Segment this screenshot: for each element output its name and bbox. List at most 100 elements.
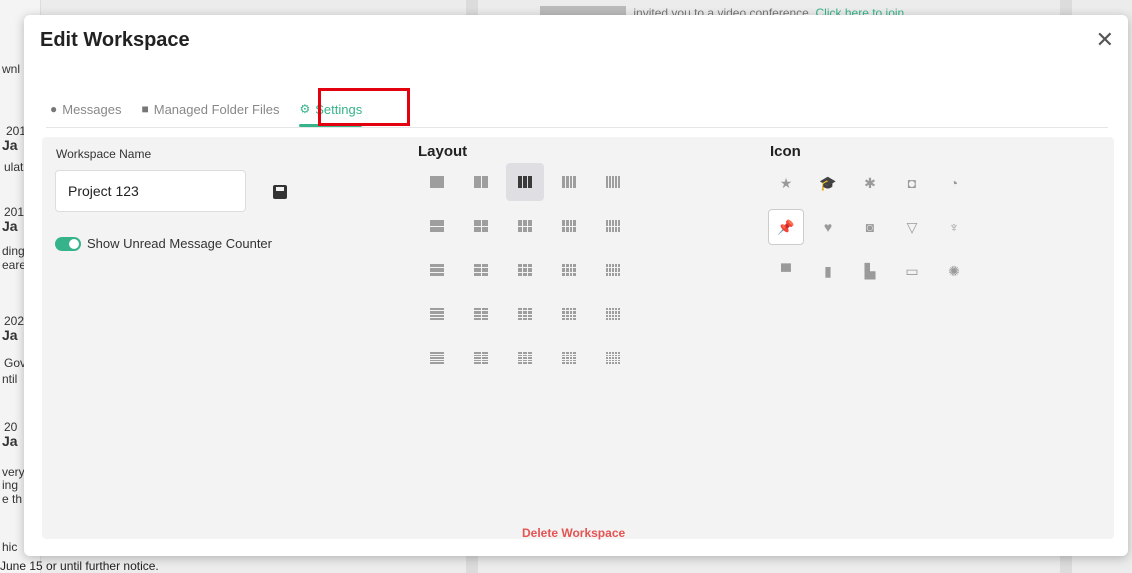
background-snippet: ing	[2, 478, 19, 492]
background-snippet: 20	[4, 420, 18, 434]
layout-option-1x4[interactable]	[418, 295, 456, 333]
layout-preview-icon	[430, 220, 444, 232]
background-snippet: eare	[2, 258, 27, 272]
layout-option-3x4[interactable]	[506, 295, 544, 333]
layout-preview-icon	[518, 352, 532, 364]
layout-option-1x2[interactable]	[418, 207, 456, 245]
close-icon[interactable]: ✕	[1096, 27, 1114, 53]
background-snippet: Gov	[4, 356, 27, 370]
background-bottom-text: June 15 or until further notice.	[0, 559, 159, 573]
background-snippet: 201	[4, 205, 25, 219]
layout-preview-icon	[474, 352, 488, 364]
tab-divider	[46, 127, 1108, 128]
layout-option-5x4[interactable]	[594, 295, 632, 333]
unread-counter-toggle[interactable]	[55, 237, 81, 251]
camera-icon[interactable]: ◙	[852, 209, 888, 245]
layout-preview-icon	[430, 352, 444, 364]
layout-preview-icon	[518, 176, 532, 188]
image-icon[interactable]: ▭	[894, 253, 930, 289]
layout-preview-icon	[518, 308, 532, 320]
layout-option-4x3[interactable]	[550, 251, 588, 289]
layout-option-4x2[interactable]	[550, 207, 588, 245]
icon-grid-spacer	[978, 209, 1014, 245]
background-snippet: wnl	[2, 62, 21, 76]
layout-option-2x2[interactable]	[462, 207, 500, 245]
gamepad-icon[interactable]: ◘	[894, 165, 930, 201]
icon-grid-spacer	[978, 165, 1014, 201]
layout-preview-icon	[562, 308, 576, 320]
layout-preview-icon	[562, 264, 576, 276]
layout-option-5x2[interactable]	[594, 207, 632, 245]
background-snippet: ding	[2, 244, 25, 258]
layout-preview-icon	[474, 308, 488, 320]
layout-option-4x5[interactable]	[550, 339, 588, 377]
background-snippet: 202	[4, 314, 25, 328]
layout-preview-icon	[606, 352, 620, 364]
floppy-icon[interactable]	[273, 185, 287, 199]
background-snippet: Ja	[2, 327, 18, 343]
gear-icon: ⚙	[299, 102, 311, 116]
spider-icon[interactable]: ✺	[936, 253, 972, 289]
tab-bar: ● Messages ■ Managed Folder Files ⚙ Sett…	[50, 99, 362, 127]
book-icon[interactable]: ▮	[810, 253, 846, 289]
layout-preview-icon	[474, 220, 488, 232]
pie-chart-icon[interactable]: ◔	[936, 165, 972, 201]
layout-title: Layout	[418, 143, 468, 160]
bug-icon[interactable]: ✱	[852, 165, 888, 201]
edit-workspace-modal: Edit Workspace ✕ ● Messages ■ Managed Fo…	[24, 15, 1128, 556]
heart-icon[interactable]: ♥	[810, 209, 846, 245]
background-snippet: e th	[2, 492, 23, 506]
modal-title: Edit Workspace	[40, 29, 190, 51]
layout-option-3x5[interactable]	[506, 339, 544, 377]
background-snippet: Ja	[2, 137, 18, 153]
settings-panel: Workspace Name Show Unread Message Count…	[42, 137, 1114, 540]
icon-grid: ★ 🎓 ✱ ◘ ◔ 📌 ♥ ◙ ▽ ♆ ▀ ▮ ▙ ▭ ✺	[768, 165, 1014, 289]
layout-option-2x3[interactable]	[462, 251, 500, 289]
background-snippet: hic	[2, 540, 18, 554]
ice-cream-icon[interactable]: ♆	[936, 209, 972, 245]
icon-grid-spacer	[978, 253, 1014, 289]
layout-option-2x1[interactable]	[462, 163, 500, 201]
background-snippet: ntil	[2, 372, 18, 386]
layout-option-2x4[interactable]	[462, 295, 500, 333]
layout-option-3x1[interactable]	[506, 163, 544, 201]
layout-preview-icon	[562, 176, 576, 188]
layout-option-5x5[interactable]	[594, 339, 632, 377]
layout-option-2x5[interactable]	[462, 339, 500, 377]
layout-option-1x5[interactable]	[418, 339, 456, 377]
graduation-cap-icon[interactable]: 🎓	[810, 165, 846, 201]
background-snippet: very	[2, 465, 25, 479]
chat-icon: ●	[50, 102, 58, 116]
layout-option-1x1[interactable]	[418, 163, 456, 201]
layout-preview-icon	[518, 264, 532, 276]
layout-option-1x3[interactable]	[418, 251, 456, 289]
star-icon[interactable]: ★	[768, 165, 804, 201]
delete-workspace-button[interactable]: Delete Workspace	[522, 526, 625, 540]
workspace-name-label: Workspace Name	[56, 147, 152, 161]
truck-icon[interactable]: ▙	[852, 253, 888, 289]
layout-preview-icon	[430, 308, 444, 320]
tab-managed-folder-files[interactable]: ■ Managed Folder Files	[142, 99, 280, 127]
layout-option-3x3[interactable]	[506, 251, 544, 289]
tab-messages[interactable]: ● Messages	[50, 99, 122, 127]
toggle-label: Show Unread Message Counter	[87, 236, 272, 251]
layout-option-4x1[interactable]	[550, 163, 588, 201]
icon-title: Icon	[770, 143, 801, 160]
building-icon[interactable]: ▀	[768, 253, 804, 289]
layout-option-5x3[interactable]	[594, 251, 632, 289]
layout-option-4x4[interactable]	[550, 295, 588, 333]
background-snippet: Ja	[2, 433, 18, 449]
tab-label: Managed Folder Files	[153, 101, 280, 117]
background-snippet: ulat	[4, 160, 24, 174]
workspace-name-input[interactable]	[55, 170, 246, 212]
layout-preview-icon	[606, 308, 620, 320]
pizza-icon[interactable]: ▽	[894, 209, 930, 245]
layout-option-5x1[interactable]	[594, 163, 632, 201]
pin-icon[interactable]: 📌	[768, 209, 804, 245]
layout-preview-icon	[606, 176, 620, 188]
tab-label: Messages	[62, 101, 122, 117]
layout-preview-icon	[430, 264, 444, 276]
layout-preview-icon	[606, 220, 620, 232]
layout-option-3x2[interactable]	[506, 207, 544, 245]
layout-preview-icon	[474, 264, 488, 276]
